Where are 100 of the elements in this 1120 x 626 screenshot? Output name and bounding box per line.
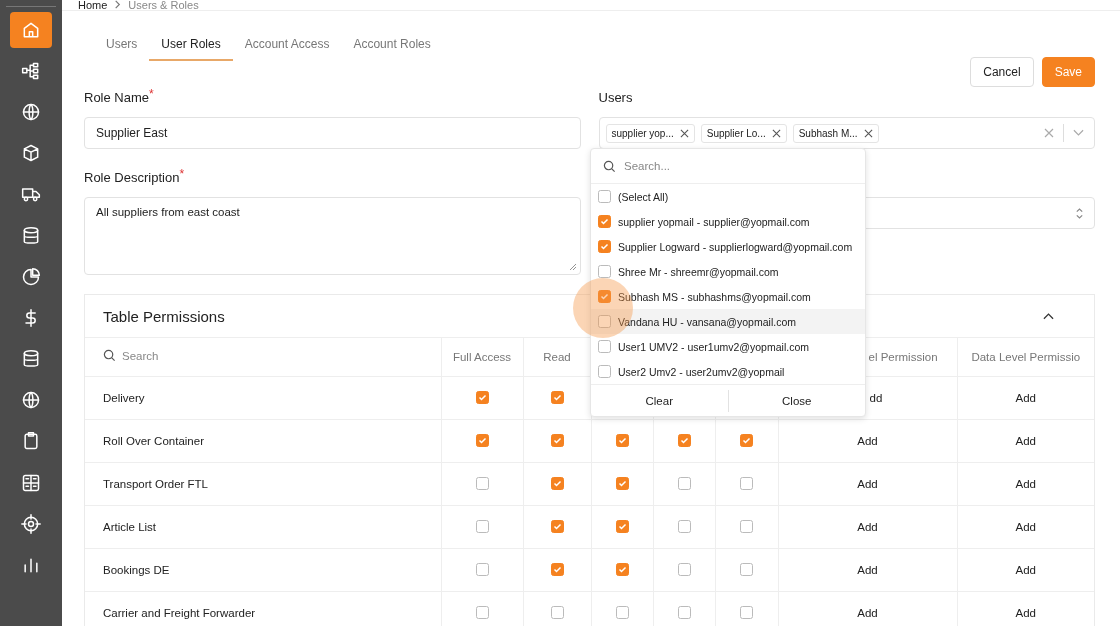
sort-icon: [1075, 206, 1084, 220]
search-icon: [103, 349, 116, 363]
checkbox[interactable]: [598, 240, 611, 253]
add-link[interactable]: Add: [857, 477, 878, 490]
clear-icon[interactable]: [1044, 128, 1054, 138]
field-label: Role Name: [84, 89, 150, 105]
close-button[interactable]: Close: [728, 385, 865, 416]
target-icon: [21, 513, 41, 534]
checkbox[interactable]: [475, 477, 489, 491]
user-option[interactable]: Vandana HU - vansana@yopmail.com: [591, 309, 865, 334]
checkbox[interactable]: [550, 520, 564, 534]
clipboard-icon: [21, 431, 41, 452]
chevron-right-icon: [113, 0, 123, 9]
checkbox[interactable]: [598, 265, 611, 278]
user-option[interactable]: Subhash MS - subhashms@yopmail.com: [591, 284, 865, 309]
checkbox[interactable]: [550, 434, 564, 448]
user-option[interactable]: Supplier Logward - supplierlogward@yopmail.com: [591, 234, 865, 259]
checkbox[interactable]: [475, 606, 489, 620]
remove-icon[interactable]: [863, 128, 873, 138]
user-tag: Subhash M...: [792, 123, 879, 143]
tab[interactable]: User Roles: [149, 34, 233, 61]
database-icon: [21, 349, 41, 370]
cancel-button[interactable]: Cancel: [970, 57, 1034, 87]
breadcrumb-link[interactable]: Home: [78, 0, 108, 10]
user-tag: supplier yop...: [605, 123, 695, 143]
add-link[interactable]: Add: [857, 563, 878, 576]
checkbox[interactable]: [550, 606, 564, 620]
table-name-cell: Transport Order FTL: [103, 477, 209, 490]
chevron-down-icon[interactable]: [1073, 129, 1084, 137]
add-link[interactable]: Add: [1015, 520, 1036, 533]
checkbox[interactable]: [598, 315, 611, 328]
globe-icon: [21, 390, 41, 411]
breadcrumb-link[interactable]: Users & Roles: [128, 0, 199, 10]
role-name-field[interactable]: Supplier East: [84, 117, 581, 149]
checkbox[interactable]: [740, 606, 753, 620]
checkbox[interactable]: [550, 477, 564, 491]
nav-button[interactable]: [10, 11, 52, 48]
card-title: Table Permissions: [103, 307, 225, 325]
checkbox[interactable]: [677, 477, 691, 491]
checkbox[interactable]: [598, 190, 611, 203]
user-option[interactable]: supplier yopmail - supplier@yopmail.com: [591, 209, 865, 234]
table-name-cell: Bookings DE: [103, 563, 170, 576]
checkbox[interactable]: [615, 563, 629, 577]
user-option[interactable]: (Select All): [591, 184, 865, 209]
checkbox[interactable]: [475, 391, 489, 405]
checkbox[interactable]: [615, 477, 629, 491]
checkbox[interactable]: [598, 340, 611, 353]
checkbox[interactable]: [598, 365, 611, 378]
user-option[interactable]: User2 Umv2 - user2umv2@yopmail: [591, 359, 865, 384]
checkbox[interactable]: [615, 434, 629, 448]
required-mark: *: [179, 167, 185, 181]
column-header: Read: [543, 350, 571, 363]
checkbox[interactable]: [677, 520, 691, 534]
remove-icon[interactable]: [679, 128, 689, 138]
checkbox[interactable]: [740, 434, 753, 448]
pie-icon: [21, 266, 41, 287]
add-link[interactable]: Add: [857, 606, 878, 619]
remove-icon[interactable]: [771, 128, 781, 138]
field-label: Users: [598, 89, 633, 105]
search-icon: [603, 159, 616, 173]
add-link[interactable]: Add: [857, 520, 878, 533]
resize-grip-icon[interactable]: [568, 263, 577, 271]
add-link[interactable]: Add: [857, 434, 878, 447]
checkbox[interactable]: [550, 563, 564, 577]
globe-icon: [21, 101, 41, 122]
add-link[interactable]: Add: [1015, 563, 1036, 576]
checkbox[interactable]: [615, 520, 629, 534]
tab[interactable]: Account Access: [232, 34, 342, 61]
checkbox[interactable]: [740, 477, 753, 491]
column-header: Data Level Permissio: [971, 350, 1081, 363]
tab[interactable]: Account Roles: [341, 34, 443, 61]
checkbox[interactable]: [550, 391, 564, 405]
checkbox[interactable]: [615, 606, 629, 620]
role-description-field[interactable]: All suppliers from east coast: [84, 197, 581, 275]
clear-button[interactable]: Clear: [591, 385, 728, 416]
collapse-icon[interactable]: [1043, 312, 1054, 320]
user-option[interactable]: User1 UMV2 - user1umv2@yopmail.com: [591, 334, 865, 359]
tab[interactable]: Users: [94, 34, 150, 61]
dropdown-search-field[interactable]: Search...: [591, 149, 865, 184]
cube-icon: [21, 143, 41, 164]
checkbox[interactable]: [475, 563, 489, 577]
add-link[interactable]: dd: [869, 391, 883, 404]
checkbox[interactable]: [677, 606, 691, 620]
add-link[interactable]: Add: [1015, 391, 1036, 404]
user-tag: Supplier Lo...: [700, 123, 787, 143]
checkbox[interactable]: [677, 434, 691, 448]
checkbox[interactable]: [475, 434, 489, 448]
checkbox[interactable]: [598, 215, 611, 228]
grid-icon: [21, 472, 41, 493]
required-mark: *: [149, 87, 154, 101]
checkbox[interactable]: [740, 563, 753, 577]
add-link[interactable]: Add: [1015, 434, 1036, 447]
checkbox[interactable]: [598, 290, 611, 303]
add-link[interactable]: Add: [1015, 606, 1036, 619]
checkbox[interactable]: [740, 520, 753, 534]
checkbox[interactable]: [475, 520, 489, 534]
table-search-field[interactable]: Search: [103, 349, 159, 363]
add-link[interactable]: Add: [1015, 477, 1036, 490]
user-option[interactable]: Shree Mr - shreemr@yopmail.com: [591, 259, 865, 284]
checkbox[interactable]: [677, 563, 691, 577]
